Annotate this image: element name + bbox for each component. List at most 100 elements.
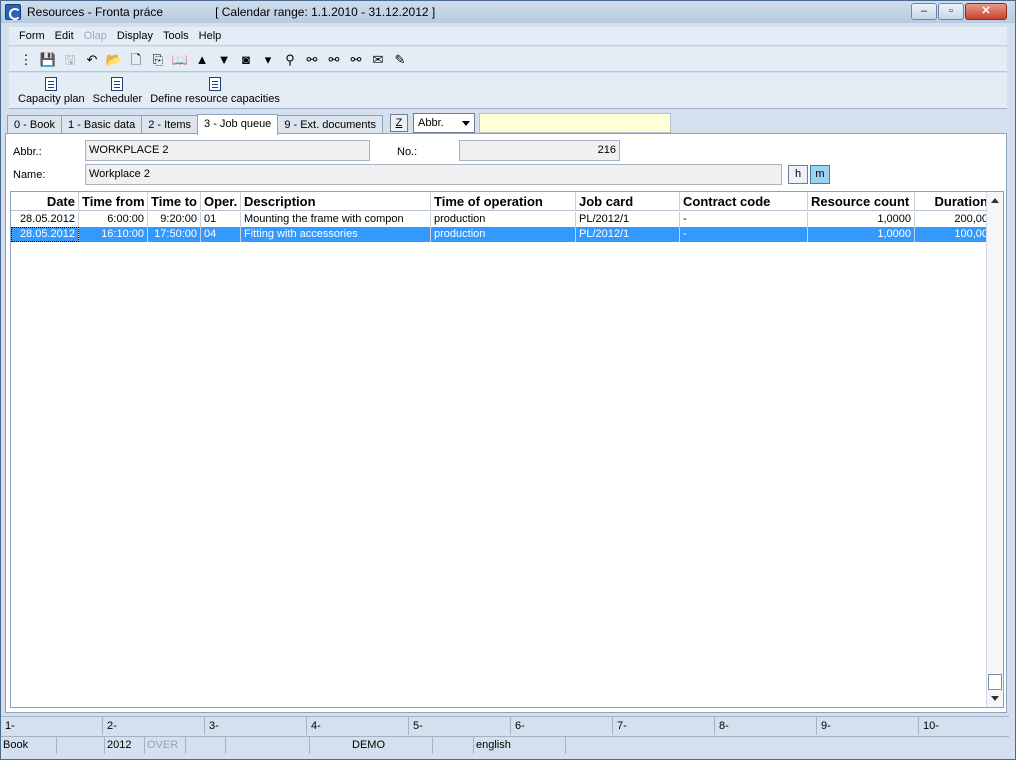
undo-icon[interactable]: ↶ — [81, 49, 103, 69]
status-book: Book — [1, 737, 57, 754]
function-key-8[interactable]: 8- — [715, 717, 817, 735]
application-window: Resources - Fronta práce [ Calendar rang… — [0, 0, 1016, 760]
camera-icon[interactable]: ◙ — [235, 49, 257, 69]
cell-contract-code: - — [680, 227, 808, 242]
scheduler-button[interactable]: Scheduler — [92, 77, 143, 105]
mail-icon[interactable]: ✉ — [367, 49, 389, 69]
menu-bar: Form Edit Olap Display Tools Help — [9, 27, 1007, 46]
vertical-scrollbar[interactable] — [986, 192, 1003, 707]
maximize-button[interactable]: ▫ — [938, 3, 964, 20]
binoculars-icon[interactable]: ⚯ — [301, 49, 323, 69]
abbr-field[interactable]: WORKPLACE 2 — [85, 140, 370, 161]
column-header-resource-count[interactable]: Resource count — [808, 192, 915, 211]
cell-job-card: PL/2012/1 — [576, 227, 680, 242]
tab-book[interactable]: 0 - Book — [7, 115, 62, 134]
function-key-3[interactable]: 3- — [205, 717, 307, 735]
search-field-select[interactable]: Abbr. — [413, 113, 475, 133]
column-header-time-from[interactable]: Time from — [79, 192, 148, 211]
cell-description: Mounting the frame with compon — [241, 212, 431, 227]
function-key-1[interactable]: 1- — [1, 717, 103, 735]
function-key-5[interactable]: 5- — [409, 717, 511, 735]
function-key-9[interactable]: 9- — [817, 717, 919, 735]
title-bar[interactable]: Resources - Fronta práce [ Calendar rang… — [1, 1, 1015, 23]
search-input[interactable] — [479, 113, 671, 133]
chevron-down-icon — [462, 121, 470, 126]
column-header-time-of-operation[interactable]: Time of operation — [431, 192, 576, 211]
column-header-description[interactable]: Description — [241, 192, 431, 211]
status-empty-1 — [57, 737, 105, 754]
tree-view-icon[interactable]: ⋮ — [15, 49, 37, 69]
open-folder-icon[interactable]: 📂 — [103, 49, 125, 69]
document-icon — [45, 77, 58, 91]
function-key-bar: 1- 2- 3- 4- 5- 6- 7- 8- 9- 10- — [1, 716, 1009, 735]
status-year: 2012 — [105, 737, 145, 754]
window-controls: – ▫ ✕ — [911, 3, 1007, 20]
cell-date: 28.05.2012 — [11, 212, 79, 227]
cell-duration: 200,00 — [915, 212, 992, 227]
save-icon: 💾 — [39, 51, 57, 67]
name-field[interactable]: Workplace 2 — [85, 164, 782, 185]
status-empty-5 — [566, 737, 1009, 754]
menu-form[interactable]: Form — [9, 30, 50, 42]
column-header-duration[interactable]: Duration — [915, 192, 992, 211]
number-field[interactable]: 216 — [459, 140, 620, 161]
column-header-oper[interactable]: Oper. — [201, 192, 241, 211]
cell-time-to: 9:20:00 — [148, 212, 201, 227]
function-key-4[interactable]: 4- — [307, 717, 409, 735]
tab-ext-documents[interactable]: 9 - Ext. documents — [277, 115, 384, 134]
column-header-contract-code[interactable]: Contract code — [680, 192, 808, 211]
menu-edit[interactable]: Edit — [50, 30, 79, 42]
calendar-range: [ Calendar range: 1.1.2010 - 31.12.2012 … — [215, 5, 436, 19]
scroll-up-icon[interactable] — [991, 198, 999, 203]
define-resource-capacities-button[interactable]: Define resource capacities — [150, 77, 280, 105]
close-button[interactable]: ✕ — [965, 3, 1007, 20]
menu-help[interactable]: Help — [194, 30, 227, 42]
tab-basic-data[interactable]: 1 - Basic data — [60, 115, 143, 134]
tab-job-queue[interactable]: 3 - Job queue — [197, 114, 279, 135]
function-key-10[interactable]: 10- — [919, 717, 1009, 735]
document-icon — [111, 77, 124, 91]
cell-resource-count: 1,0000 — [808, 212, 915, 227]
find-next-icon[interactable]: ⚯ — [323, 49, 345, 69]
function-key-6[interactable]: 6- — [511, 717, 613, 735]
scheduler-label: Scheduler — [92, 93, 143, 105]
new-document-icon[interactable]: 🗋 — [125, 49, 147, 69]
menu-display[interactable]: Display — [112, 30, 158, 42]
table-row[interactable]: 28.05.2012 16:10:00 17:50:00 04 Fitting with… — [11, 227, 992, 242]
cell-job-card: PL/2012/1 — [576, 212, 680, 227]
dropdown-arrow-icon[interactable]: ▾ — [257, 49, 279, 69]
find-replace-icon[interactable]: ⚯ — [345, 49, 367, 69]
filter-icon[interactable]: ⚲ — [279, 49, 301, 69]
column-header-time-to[interactable]: Time to — [148, 192, 201, 211]
status-database: DEMO — [310, 737, 433, 754]
notes-icon[interactable]: ✎ — [389, 49, 411, 69]
capacity-plan-label: Capacity plan — [18, 93, 85, 105]
table-header: Date Time from Time to Oper. Description Time… — [11, 192, 992, 211]
status-empty-2 — [186, 737, 226, 754]
function-key-2[interactable]: 2- — [103, 717, 205, 735]
column-header-date[interactable]: Date — [11, 192, 79, 211]
save-as-icon: 🖫 — [64, 51, 76, 67]
copy-icon[interactable]: ⎘ — [147, 49, 169, 69]
cell-time-of-operation: production — [431, 227, 576, 242]
column-header-job-card[interactable]: Job card — [576, 192, 680, 211]
app-logo-icon — [5, 4, 21, 20]
status-language: english — [474, 737, 566, 754]
tab-items[interactable]: 2 - Items — [141, 115, 199, 134]
minimize-button[interactable]: – — [911, 3, 937, 20]
arrow-up-icon[interactable]: ▲ — [191, 49, 213, 69]
cell-time-from: 6:00:00 — [79, 212, 148, 227]
job-queue-table: Date Time from Time to Oper. Description Time… — [10, 191, 1004, 708]
menu-tools[interactable]: Tools — [158, 30, 194, 42]
function-key-7[interactable]: 7- — [613, 717, 715, 735]
book-icon[interactable]: 📖 — [169, 49, 191, 69]
capacity-plan-button[interactable]: Capacity plan — [18, 77, 85, 105]
z-button[interactable]: Z — [390, 114, 408, 132]
hours-button[interactable]: h — [788, 165, 808, 184]
scroll-down-icon[interactable] — [991, 696, 999, 701]
table-row[interactable]: 28.05.2012 6:00:00 9:20:00 01 Mounting the f… — [11, 212, 992, 227]
minutes-button[interactable]: m — [810, 165, 830, 184]
scroll-thumb[interactable] — [988, 674, 1002, 690]
arrow-down-icon[interactable]: ▼ — [213, 49, 235, 69]
cell-resource-count: 1,0000 — [808, 227, 915, 242]
